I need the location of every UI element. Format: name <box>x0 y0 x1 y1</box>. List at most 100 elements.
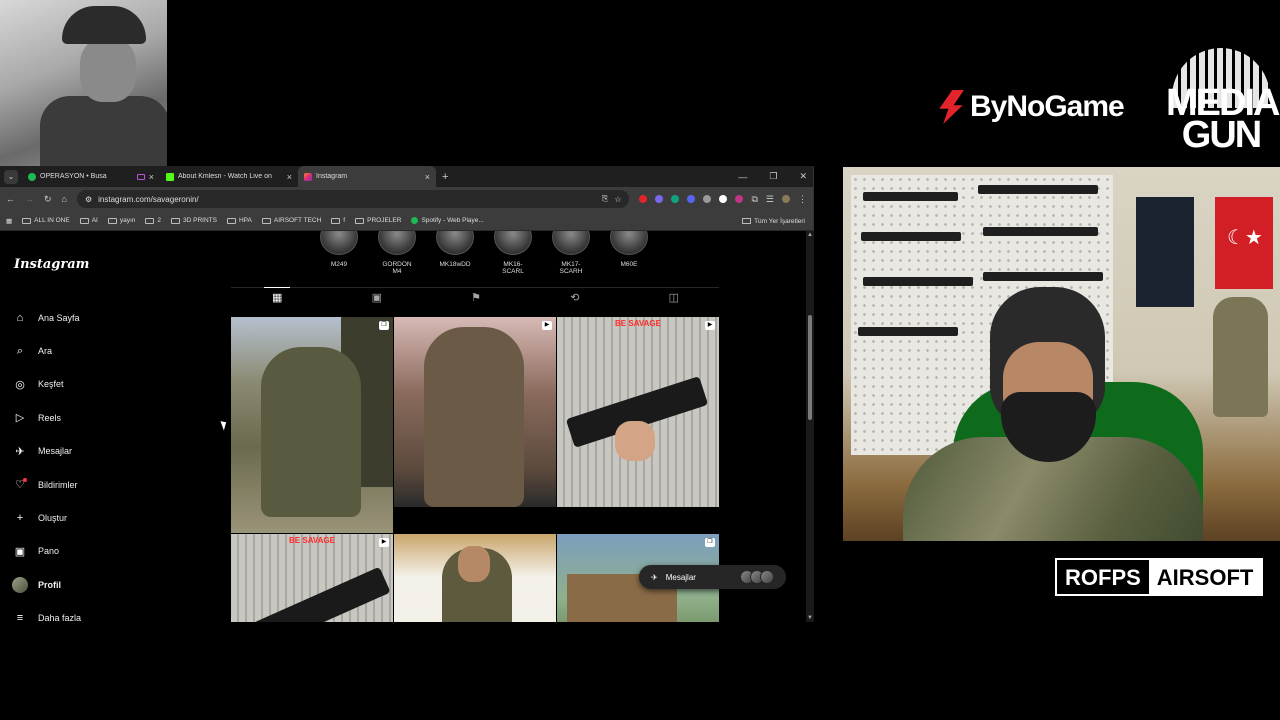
bynogame-bolt-icon <box>939 90 964 124</box>
home-button-icon[interactable]: ⌂ <box>62 194 67 204</box>
tab-search-button[interactable]: ⌄ <box>4 169 18 184</box>
bookmark-folder[interactable]: f <box>331 217 345 224</box>
post-tile[interactable]: BE SAVAGE ▶ <box>557 317 719 507</box>
folder-icon <box>261 217 271 224</box>
tab-bar: ⌄ OPERASYON • Busa × About Kmlesn - Watc… <box>0 166 813 187</box>
bookmark-folder[interactable]: HPA <box>226 217 252 224</box>
browser-menu-icon[interactable]: ⋮ <box>798 194 807 205</box>
post-tile[interactable] <box>394 534 556 622</box>
reposts-icon[interactable]: ⟲ <box>570 288 579 309</box>
nav-label: Reels <box>38 412 62 423</box>
nav-home[interactable]: ⌂ Ana Sayfa <box>12 301 182 334</box>
scroll-up-icon[interactable]: ▲ <box>807 232 813 238</box>
reels-tab-icon[interactable]: ▣ <box>372 288 382 309</box>
rofps-airsoft-logo: ROFPS AIRSOFT <box>1055 558 1263 596</box>
grid-icon[interactable]: ▦ <box>263 287 292 309</box>
tab-operasyon[interactable]: OPERASYON • Busa × <box>22 166 160 187</box>
bookmark-folder[interactable]: AI <box>79 217 98 224</box>
extension-icon[interactable] <box>735 195 744 203</box>
tagged-icon[interactable]: ◫ <box>669 288 679 309</box>
apps-grid-icon[interactable]: ▦ <box>6 217 12 225</box>
forward-icon[interactable]: → <box>25 194 34 204</box>
highlight-item[interactable]: M60E <box>610 231 648 275</box>
bookmark-folder[interactable]: 2 <box>145 217 161 224</box>
nav-search[interactable]: ⌕ Ara <box>12 334 182 367</box>
cast-icon[interactable]: ⎘ <box>602 194 608 204</box>
messages-pill[interactable]: ✈ Mesajlar <box>639 565 786 589</box>
extension-icon[interactable] <box>671 195 680 203</box>
airsoft-text: AIRSOFT <box>1148 560 1262 594</box>
folder-icon <box>79 217 89 224</box>
folder-icon <box>742 218 752 224</box>
back-icon[interactable]: ← <box>6 194 15 204</box>
tab-instagram[interactable]: Instagram × <box>298 166 436 187</box>
messages-icon: ✈ <box>15 445 25 458</box>
extensions-puzzle-icon[interactable]: ⧉ <box>751 194 757 205</box>
bookmark-spotify[interactable]: Spotify - Web Playe... <box>411 217 484 224</box>
tab-label: OPERASYON • Busa <box>40 173 107 180</box>
nav-explore[interactable]: ◎ Keşfet <box>12 368 182 401</box>
nav-messages[interactable]: ✈ Mesajlar <box>12 435 182 468</box>
bookmark-folder[interactable]: PROJELER <box>355 217 401 224</box>
nav-more[interactable]: ≡ Daha fazla <box>12 602 182 622</box>
bookmark-folder[interactable]: ALL IN ONE <box>22 217 70 224</box>
bookmark-label: 3D PRINTS <box>183 217 217 224</box>
scroll-down-icon[interactable]: ▼ <box>807 615 813 621</box>
scrollbar-thumb[interactable] <box>808 315 812 420</box>
nav-reels[interactable]: ▷ Reels <box>12 401 182 434</box>
discord-extension-icon[interactable] <box>687 195 696 203</box>
bookmark-folder[interactable]: 3D PRINTS <box>171 217 217 224</box>
portrait-cap <box>62 6 146 44</box>
post-caption: BE SAVAGE <box>289 536 335 545</box>
close-tab-icon[interactable]: × <box>425 172 430 182</box>
tab-kick[interactable]: About Kmlesn - Watch Live on × <box>160 166 298 187</box>
reload-icon[interactable]: ↻ <box>44 194 52 205</box>
window-controls: — ❐ ✕ <box>738 166 807 187</box>
nav-dashboard[interactable]: ▣ Pano <box>12 535 182 568</box>
bookmark-folder[interactable]: yayın <box>107 217 136 224</box>
highlight-item[interactable]: GORDON M4 <box>378 231 416 275</box>
address-bar[interactable]: ⚙ instagram.com/savageronin/ ⎘ ☆ <box>76 190 630 208</box>
post-tile[interactable]: BE SAVAGE ▶ <box>231 534 393 622</box>
highlight-item[interactable]: M249 <box>320 231 358 275</box>
media-playing-icon[interactable] <box>136 173 145 180</box>
portrait-coat <box>40 96 167 166</box>
reel-icon: ▶ <box>705 321 715 330</box>
saved-icon[interactable]: ⚑ <box>471 288 481 309</box>
browser-toolbar: ← → ↻ ⌂ ⚙ instagram.com/savageronin/ ⎘ ☆… <box>0 187 813 211</box>
restore-icon[interactable]: ❐ <box>769 171 777 182</box>
extension-icon[interactable] <box>655 195 664 203</box>
folder-icon <box>22 217 32 224</box>
spotify-favicon-icon <box>28 172 36 181</box>
highlight-item[interactable]: MK18wDD <box>436 231 474 275</box>
bookmark-folder[interactable]: AIRSOFT TECH <box>261 217 321 224</box>
minimize-icon[interactable]: — <box>738 172 747 182</box>
close-tab-icon[interactable]: × <box>149 172 154 182</box>
bookmark-label: yayın <box>119 217 136 224</box>
nav-label: Bildirimler <box>38 479 78 490</box>
media-control-icon[interactable]: ☰ <box>766 194 774 205</box>
highlight-item[interactable]: MK17-SCARH <box>552 231 590 275</box>
close-tab-icon[interactable]: × <box>287 172 292 182</box>
highlight-item[interactable]: MK16-SCARL <box>494 231 532 275</box>
nav-create[interactable]: + Oluştur <box>12 501 182 534</box>
extension-icon[interactable] <box>639 195 648 203</box>
bookmark-label: ALL IN ONE <box>34 217 70 224</box>
new-tab-button[interactable]: + <box>442 171 448 183</box>
post-tile[interactable]: ▶ <box>394 317 556 507</box>
page-scrollbar[interactable]: ▲ ▼ <box>806 231 814 622</box>
close-window-icon[interactable]: ✕ <box>799 171 807 182</box>
instagram-logo[interactable]: Instagram <box>14 257 89 272</box>
profile-avatar-icon[interactable] <box>782 195 790 203</box>
post-tile[interactable]: ❐ <box>231 317 393 533</box>
shield-extension-icon[interactable] <box>703 195 712 203</box>
extension-icon[interactable] <box>719 195 728 203</box>
nav-profile[interactable]: Profil <box>12 568 182 601</box>
all-bookmarks[interactable]: Tüm Yer İşaretleri <box>742 211 805 231</box>
nav-notifications[interactable]: ♡ Bildirimler <box>12 468 182 501</box>
site-info-icon[interactable]: ⚙ <box>85 195 92 204</box>
dark-flag <box>1136 197 1194 307</box>
send-icon: ✈ <box>651 572 658 582</box>
bookmark-star-icon[interactable]: ☆ <box>614 195 621 204</box>
rifle-shape <box>978 185 1098 194</box>
